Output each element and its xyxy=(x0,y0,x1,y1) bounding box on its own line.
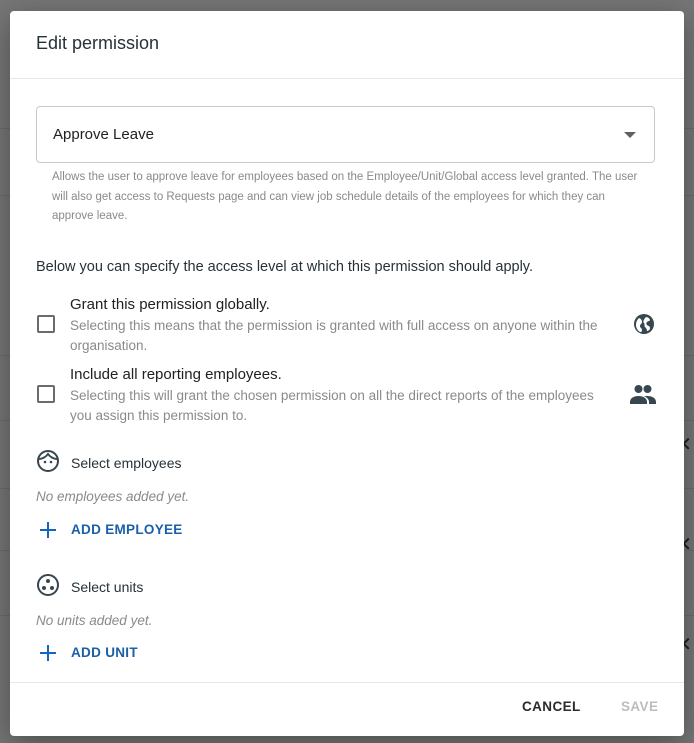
permission-select[interactable]: Approve Leave xyxy=(36,106,655,163)
global-option-title: Grant this permission globally. xyxy=(70,296,270,313)
access-level-lead-text: Below you can specify the access level a… xyxy=(36,259,534,275)
global-checkbox[interactable] xyxy=(37,315,55,333)
add-employee-button[interactable]: ADD EMPLOYEE xyxy=(40,518,183,542)
add-unit-label: ADD UNIT xyxy=(71,645,138,660)
reporting-option-description: Selecting this will grant the chosen per… xyxy=(70,388,594,423)
people-icon xyxy=(630,385,656,404)
global-option: Grant this permission globally. Selectin… xyxy=(36,296,656,356)
dialog-title: Edit permission xyxy=(36,33,160,53)
save-button[interactable]: SAVE xyxy=(621,699,658,714)
reporting-employees-option: Include all reporting employees. Selecti… xyxy=(36,366,656,426)
select-units-title: Select units xyxy=(71,579,144,595)
face-icon xyxy=(37,450,59,472)
add-unit-button[interactable]: ADD UNIT xyxy=(40,641,150,665)
add-employee-label: ADD EMPLOYEE xyxy=(71,522,183,537)
cancel-button[interactable]: CANCEL xyxy=(522,699,581,714)
permission-select-value: Approve Leave xyxy=(53,126,154,143)
footer-divider xyxy=(10,682,684,683)
global-option-description: Selecting this means that the permission… xyxy=(70,318,598,353)
units-empty-text: No units added yet. xyxy=(36,613,153,628)
reporting-employees-checkbox[interactable] xyxy=(37,385,55,403)
edit-permission-dialog: Edit permission Approve Leave Allows the… xyxy=(10,11,684,736)
employees-empty-text: No employees added yet. xyxy=(36,489,190,504)
unit-icon xyxy=(37,574,59,596)
permission-helper-text: Allows the user to approve leave for emp… xyxy=(52,171,638,222)
title-divider xyxy=(10,78,684,79)
plus-icon xyxy=(40,645,56,661)
dropdown-caret-icon xyxy=(624,132,636,138)
select-employees-title: Select employees xyxy=(71,455,182,471)
plus-icon xyxy=(40,522,56,538)
reporting-option-title: Include all reporting employees. xyxy=(70,366,282,383)
globe-icon xyxy=(634,314,654,334)
